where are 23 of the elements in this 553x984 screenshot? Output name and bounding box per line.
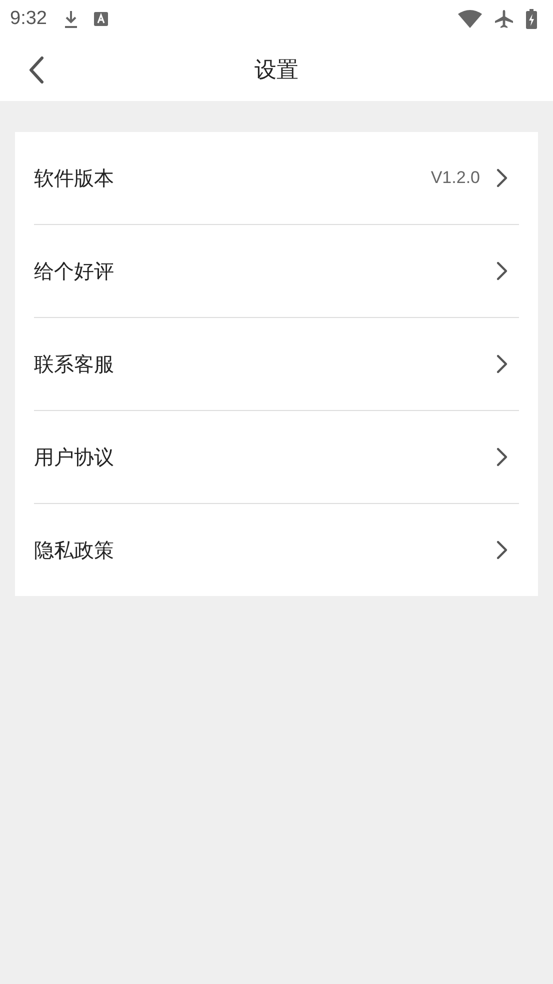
airplane-icon [494,9,514,29]
row-label: 隐私政策 [34,536,114,564]
settings-row[interactable]: 给个好评 [34,224,519,317]
settings-row[interactable]: 联系客服 [34,317,519,410]
wifi-icon [458,10,482,28]
status-time: 9:32 [10,8,47,30]
row-label: 联系客服 [34,350,114,378]
row-label: 用户协议 [34,444,114,470]
chevron-right-icon [496,447,508,467]
chevron-right-icon [496,540,508,560]
download-icon [62,9,79,29]
row-label: 软件版本 [34,164,114,192]
chevron-right-icon [496,354,508,374]
battery-icon [526,9,537,29]
row-label: 给个好评 [34,258,114,284]
settings-row[interactable]: 隐私政策 [34,503,519,596]
page-title: 设置 [254,56,298,84]
settings-row[interactable]: 用户协议 [34,410,519,503]
settings-row[interactable]: 软件版本 V1.2.0 [34,132,519,224]
chevron-right-icon [496,168,508,188]
keyboard-icon [92,11,109,27]
version-text: V1.2.0 [430,168,480,188]
chevron-right-icon [496,261,508,281]
